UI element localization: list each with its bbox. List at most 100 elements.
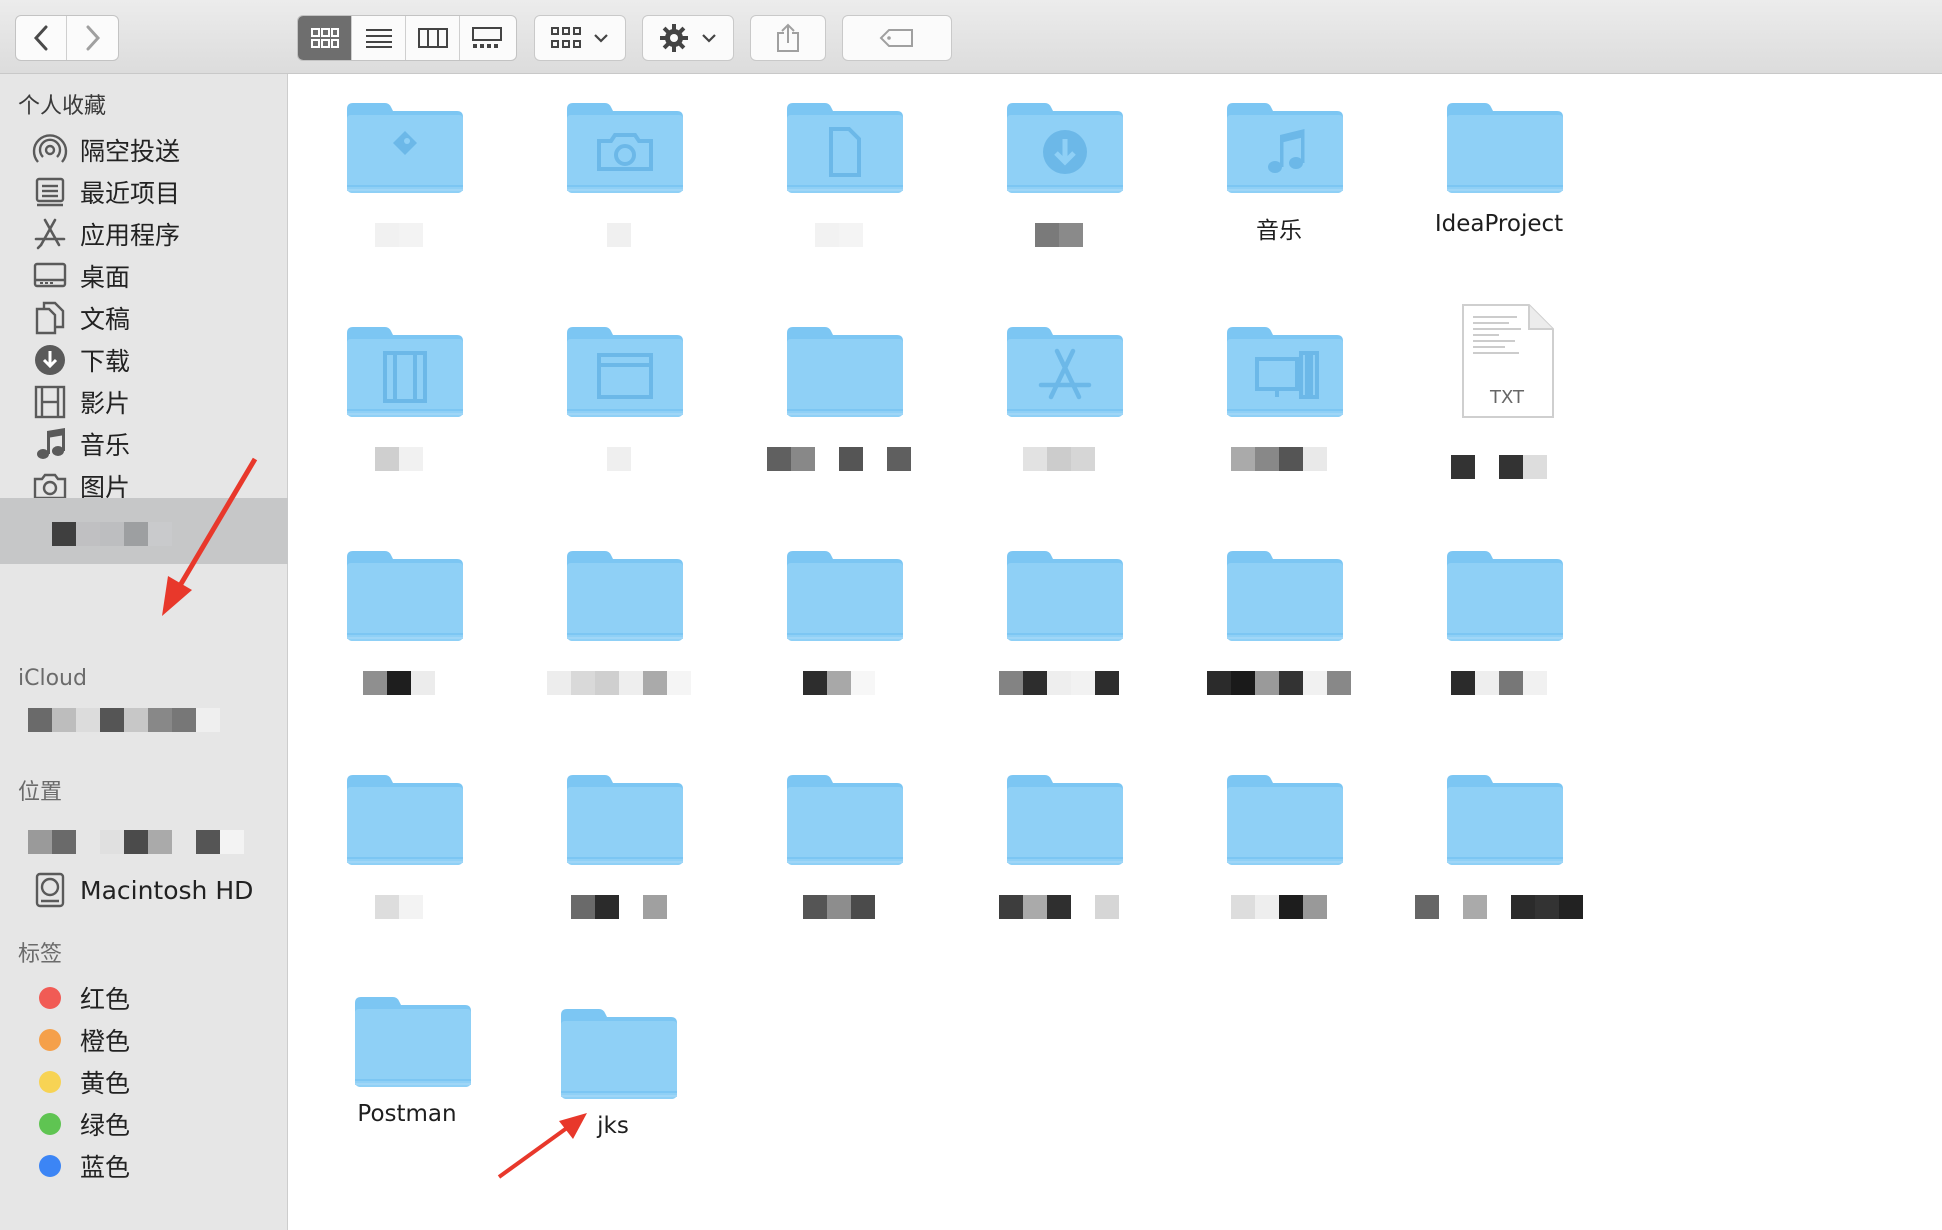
folder-item[interactable] — [729, 299, 919, 499]
chevron-down-icon — [594, 34, 608, 43]
redacted-item-name — [363, 671, 435, 695]
folder-item[interactable] — [949, 299, 1139, 499]
sidebar-item-documents[interactable]: 文稿 — [30, 296, 280, 340]
folder-icon — [561, 1009, 677, 1099]
developer-folder-icon — [347, 103, 463, 193]
group-by-icon — [551, 27, 581, 48]
folder-icon — [1227, 551, 1343, 641]
redacted-icloud-item[interactable] — [28, 708, 220, 732]
redacted-item-name — [571, 895, 667, 919]
sidebar-tag-red[interactable]: 红色 — [30, 976, 280, 1020]
sidebar-item-movies[interactable]: 影片 — [30, 380, 280, 424]
tag-button[interactable] — [842, 15, 952, 61]
column-view-icon — [417, 28, 448, 48]
sidebar-item-label: 应用程序 — [80, 221, 181, 250]
folder-item[interactable]: Postman — [297, 969, 487, 1169]
back-button[interactable] — [16, 16, 68, 60]
folder-item[interactable] — [1169, 299, 1359, 499]
desktop-icon — [30, 256, 70, 296]
folder-item[interactable] — [729, 523, 919, 723]
sidebar-tag-orange[interactable]: 橙色 — [30, 1018, 280, 1062]
sidebar-item-label: 最近项目 — [80, 179, 181, 208]
folder-item[interactable] — [509, 523, 699, 723]
sidebar-item-desktop[interactable]: 桌面 — [30, 254, 280, 298]
sidebar-item-downloads[interactable]: 下载 — [30, 338, 280, 382]
folder-item[interactable] — [949, 523, 1139, 723]
folder-item[interactable] — [509, 299, 699, 499]
folder-icon — [787, 775, 903, 865]
share-button[interactable] — [750, 15, 826, 61]
folder-item[interactable] — [289, 75, 479, 275]
sidebar-item-airdrop[interactable]: 隔空投送 — [30, 128, 280, 172]
applications-icon — [30, 214, 70, 254]
chevron-down-icon — [702, 34, 716, 43]
item-name: Postman — [357, 1101, 457, 1127]
folder-item[interactable] — [729, 747, 919, 947]
gallery-view-button[interactable] — [460, 16, 514, 60]
camera-folder-icon — [567, 103, 683, 193]
music-folder-icon — [1227, 103, 1343, 193]
folder-item[interactable]: IdeaProject — [1389, 75, 1579, 275]
sidebar-item-label: 文稿 — [80, 305, 131, 334]
folder-item[interactable] — [509, 75, 699, 275]
folder-item[interactable] — [1389, 523, 1579, 723]
group-by-button[interactable] — [534, 15, 626, 61]
redacted-item-name — [1231, 447, 1327, 471]
airdrop-icon — [30, 130, 70, 170]
list-view-button[interactable] — [352, 16, 406, 60]
folder-item[interactable] — [289, 299, 479, 499]
toolbar — [0, 0, 1942, 74]
folder-item[interactable] — [1169, 747, 1359, 947]
sidebar-item-label: Macintosh HD — [80, 875, 254, 905]
chevron-left-icon — [33, 25, 48, 51]
folder-icon — [1447, 775, 1563, 865]
column-view-button[interactable] — [406, 16, 460, 60]
folder-item[interactable] — [289, 747, 479, 947]
sidebar-tag-yellow[interactable]: 黄色 — [30, 1060, 280, 1104]
gallery-view-icon — [472, 27, 502, 48]
icon-view-button[interactable] — [298, 16, 352, 60]
sidebar-item-recents[interactable]: 最近项目 — [30, 170, 280, 214]
hard-disk-icon — [30, 870, 70, 910]
folder-item[interactable] — [289, 523, 479, 723]
forward-button[interactable] — [67, 16, 118, 60]
folder-item[interactable] — [729, 75, 919, 275]
redacted-item-name — [803, 895, 875, 919]
folder-icon — [1447, 103, 1563, 193]
list-view-icon — [365, 29, 392, 48]
redacted-item-name — [1231, 895, 1327, 919]
redacted-item-name — [767, 447, 911, 471]
folder-item[interactable]: 音乐 — [1169, 75, 1359, 275]
folder-icon — [1007, 775, 1123, 865]
view-mode-control — [297, 15, 517, 61]
redacted-item-name — [1207, 671, 1351, 695]
folder-item[interactable] — [949, 747, 1139, 947]
downloads-folder-icon — [1007, 103, 1123, 193]
favorites-header: 个人收藏 — [18, 94, 107, 119]
window-folder-icon — [567, 327, 683, 417]
finder-window: 个人收藏 隔空投送 最近项目 应用程序 桌面 文稿 下载 影片 音乐 图片 iC… — [0, 0, 1942, 1230]
share-icon — [777, 23, 799, 52]
folder-icon — [347, 551, 463, 641]
redacted-location-item[interactable] — [28, 830, 244, 854]
annotation-arrow-icon — [162, 457, 258, 616]
redacted-item-name — [375, 895, 423, 919]
recents-icon — [30, 172, 70, 212]
folder-item[interactable] — [1169, 523, 1359, 723]
action-menu-button[interactable] — [642, 15, 734, 61]
sidebar-tag-green[interactable]: 绿色 — [30, 1102, 280, 1146]
folder-icon — [355, 997, 471, 1087]
folder-item[interactable] — [1389, 747, 1583, 947]
sidebar-item-applications[interactable]: 应用程序 — [30, 212, 280, 256]
sidebar-tag-blue[interactable]: 蓝色 — [30, 1144, 280, 1188]
redacted-item-name — [1451, 671, 1547, 695]
document-folder-icon — [787, 103, 903, 193]
redacted-item-name — [375, 447, 423, 471]
orange-tag-dot-icon — [39, 1029, 61, 1051]
file-item[interactable]: TXT — [1389, 299, 1579, 499]
sidebar-item-label: 音乐 — [80, 431, 131, 460]
folder-item[interactable] — [949, 75, 1139, 275]
folder-item[interactable] — [509, 747, 699, 947]
sidebar-item-label: 橙色 — [80, 1027, 131, 1056]
sidebar-item-macintosh-hd[interactable]: Macintosh HD — [30, 868, 280, 912]
